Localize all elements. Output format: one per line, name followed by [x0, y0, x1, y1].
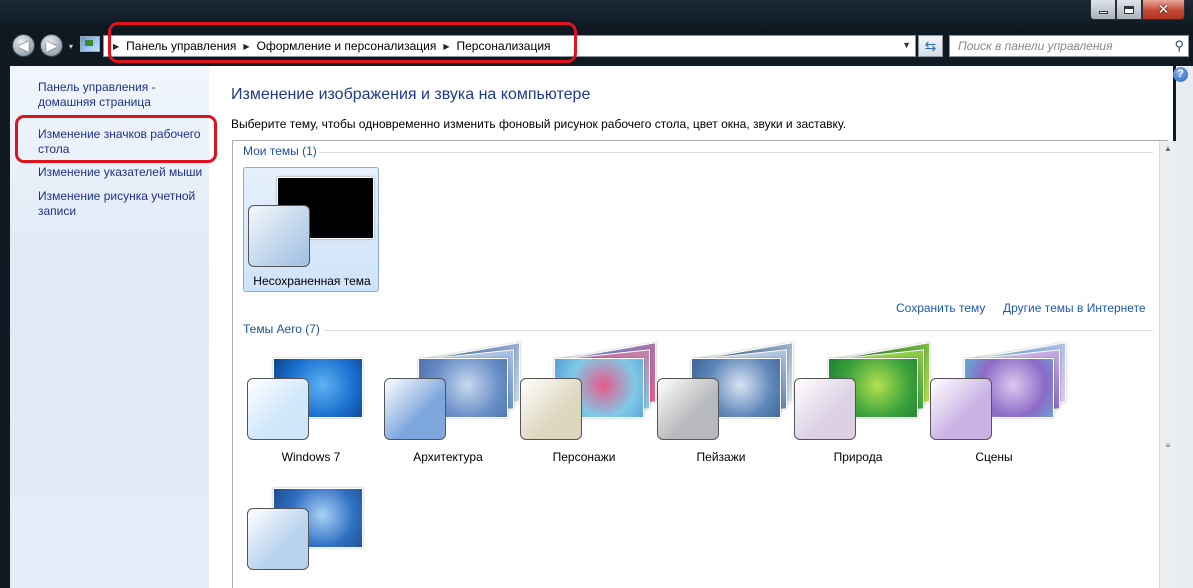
address-dropdown-icon[interactable]: ▼ [902, 40, 911, 50]
group-title-aero-themes: Темы Aero (7) [243, 322, 320, 336]
minimize-icon [1098, 11, 1108, 14]
maximize-button[interactable] [1116, 0, 1142, 20]
scroll-up-icon[interactable]: ▲ [1160, 144, 1176, 158]
page-title: Изменение изображения и звука на компьют… [231, 86, 591, 103]
theme-label: Архитектура [413, 450, 483, 464]
annotation-highlight-sidebar-item [15, 115, 217, 163]
annotation-highlight-breadcrumb [108, 22, 577, 63]
refresh-icon: ⇆ [924, 37, 937, 54]
group-divider [324, 330, 1153, 331]
main-content: Изменение изображения и звука на компьют… [209, 66, 1173, 588]
theme-item-unsaved[interactable]: Несохраненная тема [243, 167, 379, 292]
control-panel-icon [80, 36, 100, 52]
theme-item-aero[interactable]: Windows 7 [243, 346, 379, 471]
theme-item-aero[interactable]: Сцены [926, 342, 1066, 471]
close-button[interactable]: ✕ [1142, 0, 1185, 20]
theme-glass-preview [248, 205, 310, 267]
save-theme-link[interactable]: Сохранить тему [896, 301, 985, 315]
theme-item-aero[interactable]: Природа [790, 342, 930, 471]
theme-glass-preview [247, 508, 309, 570]
theme-label: Windows 7 [281, 450, 341, 464]
search-placeholder: Поиск в панели управления [958, 39, 1113, 53]
close-icon: ✕ [1157, 1, 1170, 18]
theme-label: Несохраненная тема [253, 274, 371, 288]
theme-label: Природа [833, 450, 883, 464]
theme-glass-preview [657, 378, 719, 440]
theme-glass-preview [930, 378, 992, 440]
theme-label: Пейзажи [696, 450, 746, 464]
minimize-button[interactable] [1090, 0, 1116, 20]
theme-item-aero[interactable]: Персонажи [516, 342, 656, 471]
search-input[interactable]: Поиск в панели управления ⚲ [949, 35, 1189, 57]
more-themes-online-link[interactable]: Другие темы в Интернете [1003, 301, 1146, 315]
theme-glass-preview [520, 378, 582, 440]
forward-button[interactable]: ▶ [40, 34, 63, 57]
theme-gallery: Мои темы (1) Несохраненная тема Сохранит… [232, 140, 1168, 588]
group-divider [319, 152, 1153, 153]
theme-item-aero[interactable] [243, 476, 379, 588]
theme-item-aero[interactable]: Пейзажи [653, 342, 793, 471]
back-arrow-icon: ◀ [18, 37, 29, 53]
help-icon[interactable]: ? [1173, 67, 1188, 82]
sidebar-item-account-picture[interactable]: Изменение рисунка учетной записи [38, 189, 208, 219]
page-subtitle: Выберите тему, чтобы одновременно измени… [231, 117, 847, 131]
recent-pages-dropdown[interactable]: ▾ [69, 42, 73, 51]
theme-glass-preview [247, 378, 309, 440]
maximize-icon [1124, 5, 1134, 14]
theme-glass-preview [794, 378, 856, 440]
right-panel-edge [1176, 66, 1193, 588]
vertical-scrollbar[interactable]: ▲ ≡ [1159, 141, 1176, 588]
sidebar-item-mouse-pointers[interactable]: Изменение указателей мыши [38, 165, 208, 180]
theme-label: Персонажи [552, 450, 616, 464]
group-title-my-themes: Мои темы (1) [243, 144, 317, 158]
theme-label: Сцены [975, 450, 1013, 464]
theme-glass-preview [384, 378, 446, 440]
scroll-grip-icon[interactable]: ≡ [1162, 441, 1174, 451]
sidebar-item-home[interactable]: Панель управления - домашняя страница [38, 80, 208, 110]
personalization-window: ✕ ◀ ▶ ▾ ▶ Панель управления ▶ Оформление… [0, 0, 1193, 588]
forward-arrow-icon: ▶ [46, 37, 57, 53]
theme-item-aero[interactable]: Архитектура [380, 342, 520, 471]
back-button[interactable]: ◀ [12, 34, 35, 57]
refresh-button[interactable]: ⇆ [918, 35, 943, 57]
window-caption-buttons: ✕ [1090, 0, 1185, 21]
search-icon[interactable]: ⚲ [1174, 38, 1184, 54]
